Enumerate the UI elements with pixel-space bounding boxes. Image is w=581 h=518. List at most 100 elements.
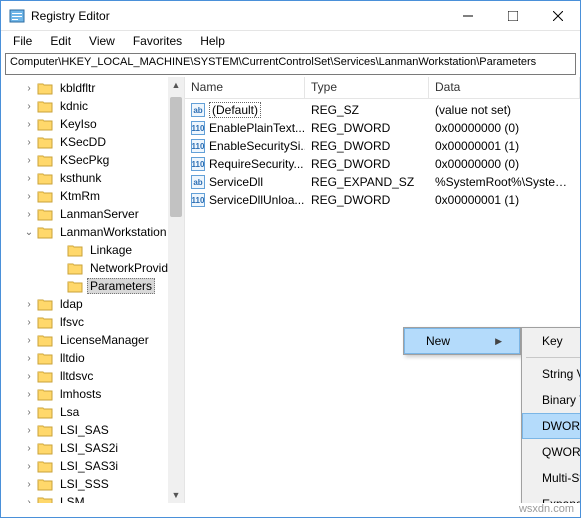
folder-icon	[37, 189, 53, 203]
list-row[interactable]: 110EnablePlainText...REG_DWORD0x00000000…	[185, 119, 580, 137]
tree-item[interactable]: ⌄LanmanWorkstation	[1, 223, 184, 241]
tree-item-label: KeyIso	[57, 116, 100, 132]
ctx-new[interactable]: New ▶	[404, 328, 520, 354]
tree-item[interactable]: › LSI_SAS3i	[1, 457, 184, 475]
tree-item-label: LSI_SSS	[57, 476, 112, 492]
tree-item[interactable]: ›ksthunk	[1, 169, 184, 187]
list-row[interactable]: 110EnableSecuritySi...REG_DWORD0x0000000…	[185, 137, 580, 155]
list-row[interactable]: abServiceDllREG_EXPAND_SZ%SystemRoot%\Sy…	[185, 173, 580, 191]
tree-item-label: LSM	[57, 494, 88, 503]
tree-item[interactable]: ›lltdsvc	[1, 367, 184, 385]
tree-item[interactable]: ›Lsa	[1, 403, 184, 421]
tree-item[interactable]: › lltdio	[1, 349, 184, 367]
tree-item[interactable]: Linkage	[1, 241, 184, 259]
tree-scrollbar[interactable]: ▲ ▼	[168, 77, 184, 503]
menu-file[interactable]: File	[5, 32, 40, 50]
chevron-right-icon[interactable]: ›	[23, 424, 35, 436]
folder-icon	[37, 423, 53, 437]
chevron-right-icon[interactable]: ›	[23, 82, 35, 94]
tree-item[interactable]: NetworkProvider	[1, 259, 184, 277]
chevron-right-icon[interactable]: ›	[23, 478, 35, 490]
value-name: RequireSecurity...	[209, 157, 303, 171]
chevron-right-icon[interactable]: ›	[23, 298, 35, 310]
ctx-key[interactable]: Key	[522, 328, 580, 354]
tree-item[interactable]: ›lmhosts	[1, 385, 184, 403]
address-bar[interactable]: Computer\HKEY_LOCAL_MACHINE\SYSTEM\Curre…	[5, 53, 576, 75]
tree-item[interactable]: › lfsvc	[1, 313, 184, 331]
tree-item[interactable]: ›LicenseManager	[1, 331, 184, 349]
tree-item[interactable]: ›KtmRm	[1, 187, 184, 205]
tree-item-label: ldap	[57, 296, 86, 312]
value-data: %SystemRoot%\System32\	[429, 175, 580, 189]
scroll-up-icon[interactable]: ▲	[168, 77, 184, 93]
scroll-thumb[interactable]	[170, 97, 182, 217]
watermark: wsxdn.com	[519, 503, 574, 515]
tree-item[interactable]: › KeyIso	[1, 115, 184, 133]
ctx-dword[interactable]: DWORD (32-bit) Value	[522, 413, 580, 439]
tree-item[interactable]: ›KSecPkg	[1, 151, 184, 169]
chevron-right-icon[interactable]: ›	[23, 208, 35, 220]
ctx-string[interactable]: String Value	[522, 361, 580, 387]
chevron-right-icon[interactable]: ›	[23, 496, 35, 503]
chevron-right-icon[interactable]: ›	[23, 370, 35, 382]
chevron-right-icon[interactable]: ›	[23, 352, 35, 364]
col-name[interactable]: Name	[185, 77, 305, 98]
tree-item[interactable]: ›KSecDD	[1, 133, 184, 151]
folder-icon	[37, 207, 53, 221]
folder-icon	[37, 171, 53, 185]
tree-item[interactable]: › LanmanServer	[1, 205, 184, 223]
col-type[interactable]: Type	[305, 77, 429, 98]
chevron-right-icon[interactable]: ›	[23, 100, 35, 112]
chevron-right-icon[interactable]: ›	[23, 460, 35, 472]
ctx-expand[interactable]: Expandable String Value	[522, 491, 580, 503]
tree-item[interactable]: › LSM	[1, 493, 184, 503]
menu-favorites[interactable]: Favorites	[125, 32, 190, 50]
menu-view[interactable]: View	[81, 32, 123, 50]
tree-item[interactable]: › LSI_SSS	[1, 475, 184, 493]
folder-icon	[37, 405, 53, 419]
chevron-right-icon[interactable]: ›	[23, 388, 35, 400]
ctx-qword[interactable]: QWORD (64-bit) Value	[522, 439, 580, 465]
chevron-right-icon[interactable]: ›	[23, 154, 35, 166]
ctx-multi[interactable]: Multi-String Value	[522, 465, 580, 491]
regedit-icon	[9, 8, 25, 24]
chevron-right-icon[interactable]: ›	[23, 406, 35, 418]
tree-item[interactable]: › ldap	[1, 295, 184, 313]
chevron-down-icon[interactable]: ⌄	[23, 226, 35, 238]
chevron-right-icon[interactable]: ›	[23, 190, 35, 202]
col-data[interactable]: Data	[429, 77, 580, 98]
minimize-button[interactable]	[445, 1, 490, 30]
binary-value-icon: 110	[191, 121, 205, 135]
tree-item[interactable]: ›LSI_SAS2i	[1, 439, 184, 457]
menubar: File Edit View Favorites Help	[1, 31, 580, 51]
tree-item-label: LSI_SAS3i	[57, 458, 121, 474]
value-type: REG_DWORD	[305, 121, 429, 135]
chevron-right-icon[interactable]: ›	[23, 316, 35, 328]
tree-item-label: lltdio	[57, 350, 88, 366]
string-value-icon: ab	[191, 103, 205, 117]
menu-help[interactable]: Help	[192, 32, 233, 50]
tree-item[interactable]: ›LSI_SAS	[1, 421, 184, 439]
tree-item[interactable]: ›kbldfltr	[1, 79, 184, 97]
close-button[interactable]	[535, 1, 580, 30]
list-row[interactable]: 110ServiceDllUnloa...REG_DWORD0x00000001…	[185, 191, 580, 209]
tree-item[interactable]: ›kdnic	[1, 97, 184, 115]
ctx-binary[interactable]: Binary Value	[522, 387, 580, 413]
tree-item[interactable]: Parameters	[1, 277, 184, 295]
chevron-right-icon[interactable]: ›	[23, 442, 35, 454]
chevron-right-icon[interactable]: ›	[23, 136, 35, 148]
tree-item-label: LanmanServer	[57, 206, 142, 222]
value-data: 0x00000001 (1)	[429, 193, 580, 207]
folder-icon	[37, 387, 53, 401]
list-row[interactable]: 110RequireSecurity...REG_DWORD0x00000000…	[185, 155, 580, 173]
binary-value-icon: 110	[191, 139, 205, 153]
tree-item-label: lfsvc	[57, 314, 87, 330]
chevron-right-icon[interactable]: ›	[23, 118, 35, 130]
chevron-right-icon[interactable]: ›	[23, 172, 35, 184]
menu-edit[interactable]: Edit	[42, 32, 79, 50]
chevron-right-icon[interactable]: ›	[23, 334, 35, 346]
scroll-down-icon[interactable]: ▼	[168, 487, 184, 503]
value-data: 0x00000000 (0)	[429, 157, 580, 171]
maximize-button[interactable]	[490, 1, 535, 30]
list-row[interactable]: ab(Default)REG_SZ(value not set)	[185, 101, 580, 119]
